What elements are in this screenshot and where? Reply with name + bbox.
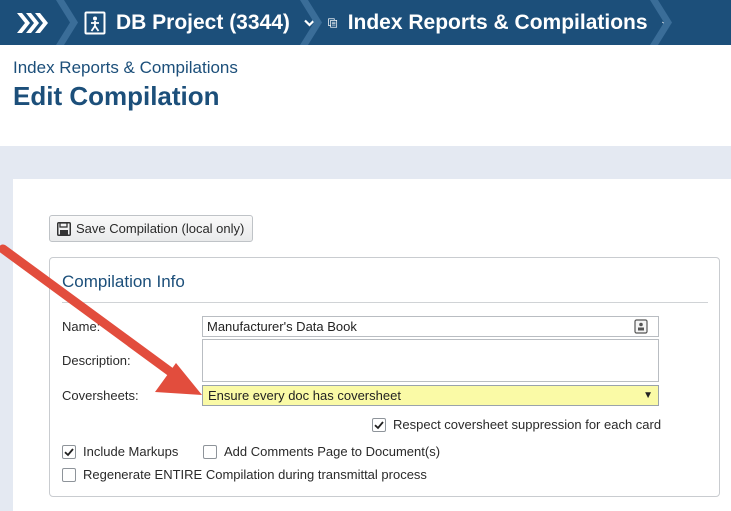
respect-suppression-option[interactable]: Respect coversheet suppression for each … <box>372 417 661 432</box>
page-title: Edit Compilation <box>13 81 220 111</box>
legend-divider <box>62 302 708 303</box>
save-compilation-button[interactable]: Save Compilation (local only) <box>49 215 253 242</box>
add-comments-option[interactable]: Add Comments Page to Document(s) <box>203 444 440 459</box>
breadcrumb-separator <box>650 0 672 45</box>
add-comments-label: Add Comments Page to Document(s) <box>224 444 441 459</box>
include-markups-label: Include Markups <box>83 444 179 459</box>
breadcrumb-section[interactable]: Index Reports & Compilations <box>316 0 666 45</box>
coversheets-selected-value: Ensure every doc has coversheet <box>208 388 401 403</box>
breadcrumb-section-label: Index Reports & Compilations <box>347 10 648 34</box>
respect-suppression-label: Respect coversheet suppression for each … <box>393 417 662 432</box>
triple-chevron-icon <box>17 12 48 33</box>
save-compilation-label: Save Compilation (local only) <box>76 221 245 236</box>
include-markups-checkbox[interactable] <box>62 444 76 459</box>
checkmark-icon <box>374 420 384 429</box>
coversheets-label: Coversheets: <box>62 388 139 403</box>
documents-icon <box>328 17 338 28</box>
respect-suppression-checkbox[interactable] <box>372 417 386 432</box>
floppy-disk-icon <box>57 221 71 236</box>
regenerate-option[interactable]: Regenerate ENTIRE Compilation during tra… <box>62 467 427 482</box>
add-comments-checkbox[interactable] <box>203 444 217 459</box>
include-markups-option[interactable]: Include Markups <box>62 444 178 459</box>
project-icon <box>84 11 106 34</box>
checkmark-icon <box>64 447 74 456</box>
dropdown-arrow-icon: ▼ <box>643 390 653 401</box>
description-label: Description: <box>62 353 131 368</box>
page-header: Index Reports & Compilations Edit Compil… <box>0 45 731 146</box>
description-input[interactable] <box>202 339 659 382</box>
breadcrumb-bar: DB Project (3344) Index Reports & Compil… <box>0 0 731 45</box>
regenerate-checkbox[interactable] <box>62 467 76 482</box>
compilation-info-legend: Compilation Info <box>62 272 185 291</box>
breadcrumb-project[interactable]: DB Project (3344) <box>72 0 322 45</box>
name-input[interactable] <box>202 316 659 337</box>
coversheets-select[interactable]: Ensure every doc has coversheet ▼ <box>202 385 659 406</box>
page-subtitle: Index Reports & Compilations <box>13 58 238 77</box>
regenerate-label: Regenerate ENTIRE Compilation during tra… <box>83 467 427 482</box>
name-label: Name: <box>62 319 101 334</box>
breadcrumb-project-label: DB Project (3344) <box>116 10 290 34</box>
id-card-icon[interactable] <box>634 319 648 334</box>
